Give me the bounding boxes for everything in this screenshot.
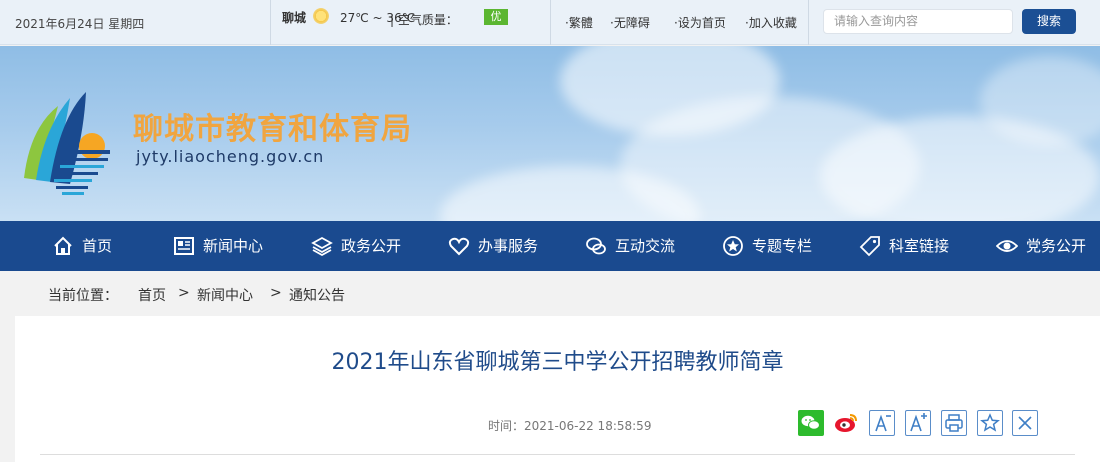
breadcrumb-separator: > (178, 285, 190, 301)
breadcrumb-prefix: 当前位置： (48, 288, 118, 304)
add-favorite-link[interactable]: ·加入收藏 (745, 14, 797, 31)
article-panel: 2021年山东省聊城第三中学公开招聘教师简章 时间：2021-06-22 18:… (15, 316, 1100, 462)
newspaper-icon (174, 237, 194, 255)
current-date: 2021年6月24日 星期四 (15, 17, 145, 31)
site-title: 聊城市教育和体育局 (133, 112, 412, 147)
nav-label: 科室链接 (889, 237, 950, 255)
nav-label: 政务公开 (341, 237, 402, 255)
breadcrumb-separator: > (270, 285, 282, 301)
search-button[interactable]: 搜索 (1022, 9, 1076, 34)
divider (550, 0, 551, 45)
breadcrumb-item-news[interactable]: 新闻中心 (197, 285, 253, 305)
star-circle-icon (723, 236, 743, 256)
nav-label: 党务公开 (1026, 237, 1087, 255)
nav-label: 办事服务 (478, 237, 539, 255)
nav-label: 新闻中心 (203, 237, 264, 255)
divider (808, 0, 809, 45)
home-icon (54, 236, 72, 255)
air-quality-badge: 优 (484, 9, 508, 25)
sunny-weather-icon (313, 8, 329, 24)
font-decrease-icon[interactable] (869, 410, 895, 436)
header-banner: 聊城市教育和体育局 jyty.liaocheng.gov.cn (0, 46, 1100, 221)
search-input[interactable]: 请输入查询内容 (823, 9, 1013, 34)
nav-label: 专题专栏 (752, 237, 813, 255)
divider (40, 454, 1075, 455)
accessibility-link[interactable]: ·无障碍 (610, 14, 650, 31)
set-homepage-link[interactable]: ·设为首页 (674, 14, 726, 31)
eye-icon (996, 240, 1018, 252)
top-bar: 2021年6月24日 星期四 聊城 27℃ ~ 36℃ | 空气质量： 优 ·繁… (0, 0, 1100, 45)
heart-icon (448, 237, 470, 256)
print-icon[interactable] (941, 410, 967, 436)
nav-label: 首页 (82, 237, 113, 255)
nav-label: 互动交流 (615, 237, 676, 255)
weather-city: 聊城 (282, 11, 307, 25)
divider (270, 0, 271, 45)
chat-icon (586, 237, 606, 255)
traditional-chinese-link[interactable]: ·繁體 (565, 14, 593, 31)
wechat-share-icon[interactable] (798, 410, 824, 436)
main-nav: 首页 新闻中心 政务公开 办事服务 互动交流 专题专栏 科室链接 党务公开 (0, 221, 1100, 271)
breadcrumb: 当前位置： 首页 > 新闻中心 > 通知公告 (0, 271, 1100, 316)
breadcrumb-item-home[interactable]: 首页 (138, 285, 166, 305)
favorite-icon[interactable] (977, 410, 1003, 436)
air-quality-label: | 空气质量： (390, 13, 458, 27)
breadcrumb-item-notices[interactable]: 通知公告 (289, 285, 345, 305)
bureau-logo-icon (24, 92, 110, 195)
weibo-share-icon[interactable] (833, 410, 859, 436)
close-icon[interactable] (1012, 410, 1038, 436)
tag-icon (859, 236, 880, 257)
layers-icon (311, 236, 333, 257)
font-increase-icon[interactable] (905, 410, 931, 436)
article-title: 2021年山东省聊城第三中学公开招聘教师简章 (331, 350, 784, 375)
article-time: 时间：2021-06-22 18:58:59 (488, 419, 652, 433)
site-url: jyty.liaocheng.gov.cn (136, 147, 325, 166)
